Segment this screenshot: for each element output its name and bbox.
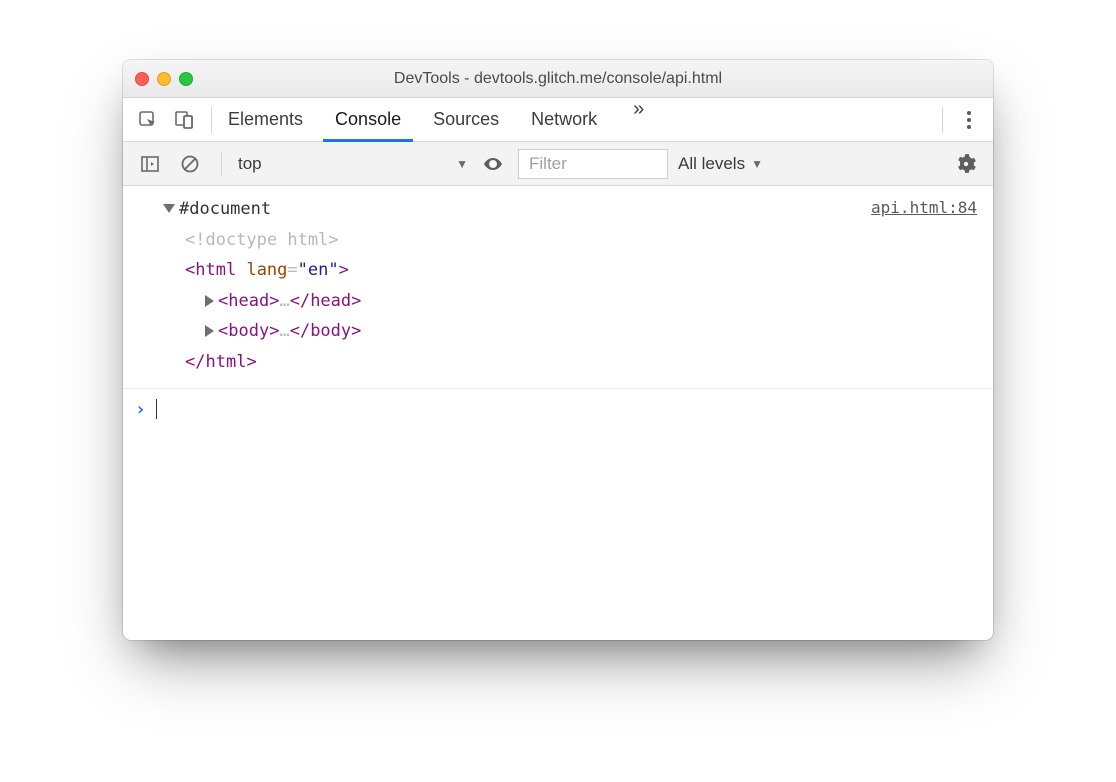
disclosure-triangle-right-icon[interactable] (205, 325, 214, 337)
dom-node-doctype[interactable]: <!doctype html> (163, 225, 981, 256)
devtools-window: DevTools - devtools.glitch.me/console/ap… (123, 60, 993, 640)
toggle-console-sidebar-icon[interactable] (135, 149, 165, 179)
live-expression-eye-icon[interactable] (478, 149, 508, 179)
divider (211, 107, 212, 133)
tab-network[interactable]: Network (527, 98, 601, 141)
dom-node-head[interactable]: <head>…</head> (163, 286, 981, 317)
titlebar: DevTools - devtools.glitch.me/console/ap… (123, 60, 993, 98)
tab-sources[interactable]: Sources (429, 98, 503, 141)
log-levels-label: All levels (678, 154, 745, 174)
console-message[interactable]: api.html:84 #document <!doctype html> <h… (123, 186, 993, 389)
minimize-window-button[interactable] (157, 72, 171, 86)
source-link[interactable]: api.html:84 (871, 194, 977, 223)
console-output: api.html:84 #document <!doctype html> <h… (123, 186, 993, 640)
chevron-down-icon: ▼ (456, 157, 468, 171)
close-window-button[interactable] (135, 72, 149, 86)
customize-devtools-menu-icon[interactable] (955, 105, 983, 135)
more-tabs-button[interactable]: » (625, 98, 649, 141)
dom-node-html-open[interactable]: <html lang="en"> (163, 255, 981, 286)
prompt-chevron-icon: › (135, 399, 146, 420)
chevron-down-icon: ▼ (751, 157, 763, 171)
dom-node-html-close[interactable]: </html> (163, 347, 981, 378)
disclosure-triangle-down-icon[interactable] (163, 204, 175, 213)
divider (221, 151, 222, 177)
dom-node-document[interactable]: #document (163, 194, 981, 225)
tab-console[interactable]: Console (331, 98, 405, 141)
zoom-window-button[interactable] (179, 72, 193, 86)
execution-context-selector[interactable]: top ▼ (238, 150, 468, 178)
execution-context-label: top (238, 154, 262, 174)
console-toolbar: top ▼ All levels ▼ (123, 142, 993, 186)
traffic-lights (135, 72, 193, 86)
filter-input[interactable] (518, 149, 668, 179)
inspect-element-icon[interactable] (133, 105, 163, 135)
divider (942, 107, 943, 133)
main-tab-bar: Elements Console Sources Network » (123, 98, 993, 142)
tab-elements[interactable]: Elements (224, 98, 307, 141)
console-settings-gear-icon[interactable] (951, 149, 981, 179)
console-prompt[interactable]: › (123, 389, 993, 430)
toggle-device-toolbar-icon[interactable] (169, 105, 199, 135)
dom-node-body[interactable]: <body>…</body> (163, 316, 981, 347)
text-cursor (156, 399, 158, 419)
panel-tabs: Elements Console Sources Network » (224, 98, 649, 141)
window-title: DevTools - devtools.glitch.me/console/ap… (123, 70, 993, 88)
clear-console-icon[interactable] (175, 149, 205, 179)
log-levels-selector[interactable]: All levels ▼ (678, 154, 763, 174)
disclosure-triangle-right-icon[interactable] (205, 295, 214, 307)
